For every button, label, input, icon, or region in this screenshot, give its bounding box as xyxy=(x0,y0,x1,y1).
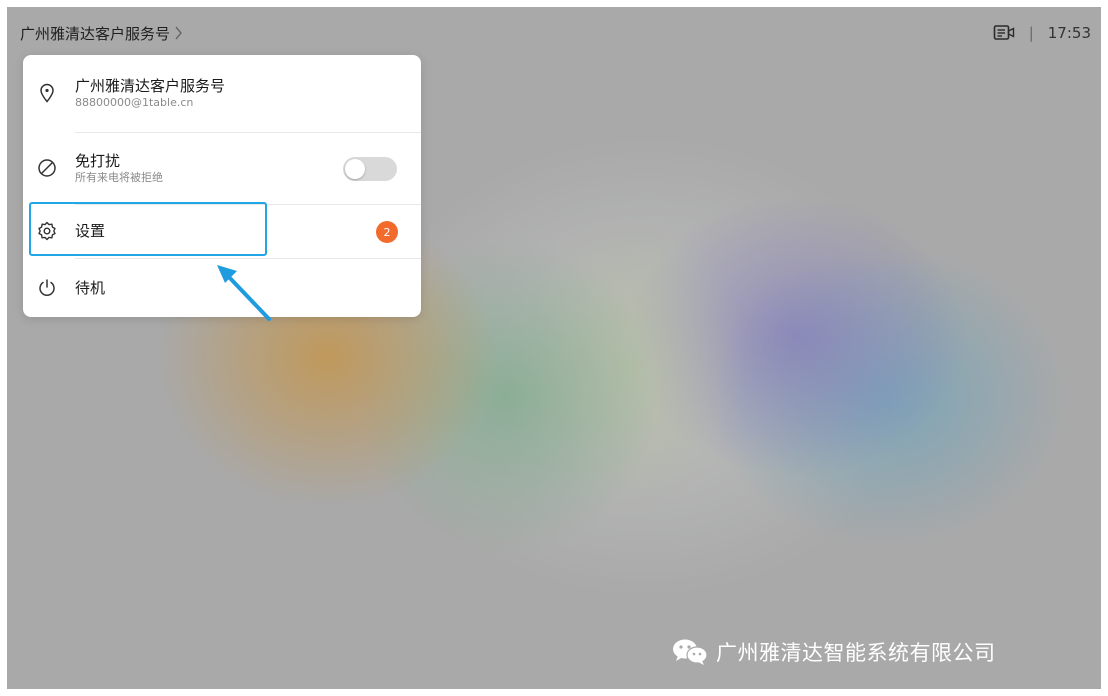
power-icon xyxy=(37,278,57,298)
account-name: 广州雅清达客户服务号 xyxy=(75,77,226,95)
screen-background: 广州雅清达客户服务号 | 17:53 广州雅清达客户服务号 88800000@1… xyxy=(7,7,1101,689)
pointer-arrow-annotation xyxy=(217,265,271,321)
status-area: | 17:53 xyxy=(993,21,1091,45)
watermark-text: 广州雅清达智能系统有限公司 xyxy=(716,641,996,665)
menu-item-do-not-disturb[interactable]: 免打扰 所有来电将被拒绝 xyxy=(23,133,421,203)
account-title-text: 广州雅清达客户服务号 xyxy=(20,24,171,43)
dnd-label: 免打扰 xyxy=(75,152,121,170)
wechat-icon xyxy=(670,638,710,666)
chevron-right-icon xyxy=(174,26,183,40)
no-disturb-icon xyxy=(37,158,57,178)
camera-icon[interactable] xyxy=(993,24,1015,42)
dnd-description: 所有来电将被拒绝 xyxy=(75,171,163,184)
clock: 17:53 xyxy=(1047,24,1091,42)
settings-badge: 2 xyxy=(376,221,398,243)
status-separator: | xyxy=(1028,24,1034,42)
toggle-knob xyxy=(345,159,365,179)
watermark: 广州雅清达智能系统有限公司 xyxy=(670,635,996,669)
menu-item-account[interactable]: 广州雅清达客户服务号 88800000@1table.cn xyxy=(23,55,421,131)
location-pin-icon xyxy=(37,83,57,103)
account-title-link[interactable]: 广州雅清达客户服务号 xyxy=(20,21,183,45)
dnd-toggle[interactable] xyxy=(343,157,397,181)
account-address: 88800000@1table.cn xyxy=(75,96,194,109)
standby-label: 待机 xyxy=(75,279,106,297)
settings-highlight-annotation xyxy=(29,202,267,256)
